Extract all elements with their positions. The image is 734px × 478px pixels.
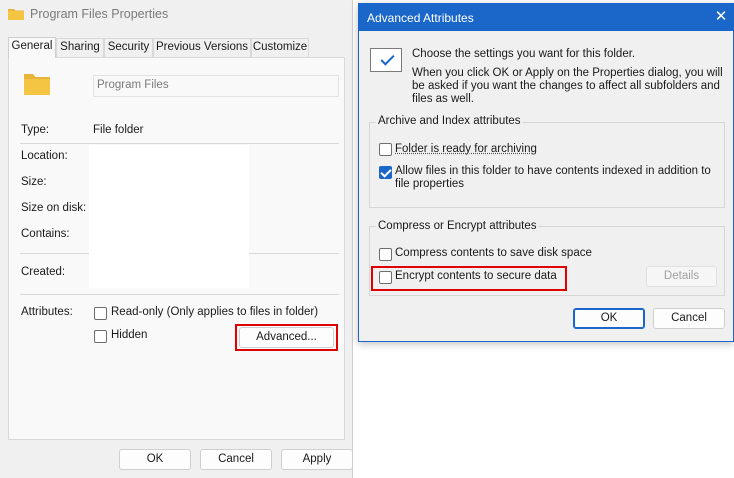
readonly-label: Read-only (Only applies to files in fold… [111,306,319,318]
index-label: Allow files in this folder to have conte… [395,165,711,190]
dialog-title: Advanced Attributes [367,11,474,25]
type-value: File folder [93,124,144,136]
index-checkbox[interactable] [379,166,392,179]
folder-icon [8,9,24,20]
close-icon[interactable]: ✕ [713,9,729,25]
divider [20,294,339,295]
tab-security[interactable]: Security [104,38,153,57]
created-label: Created: [21,266,66,278]
cancel-button[interactable]: Cancel [200,449,272,470]
type-label: Type: [21,124,50,136]
size-on-disk-label: Size on disk: [21,202,87,214]
folder-icon [24,74,50,95]
archive-label: Folder is ready for archiving [395,143,537,155]
hidden-checkbox[interactable] [94,330,107,343]
compress-group-title: Compress or Encrypt attributes [376,220,539,232]
readonly-checkbox[interactable] [94,307,107,320]
archive-group-title: Archive and Index attributes [376,115,523,127]
redacted-values [89,145,249,288]
properties-window: Program Files Properties General Sharing… [0,0,353,478]
advanced-attributes-dialog: Advanced Attributes ✕ Choose the setting… [358,3,734,342]
ok-button[interactable]: OK [573,308,645,329]
details-button[interactable]: Details [646,266,717,287]
ok-button[interactable]: OK [119,449,191,470]
apply-button[interactable]: Apply [281,449,353,470]
compress-label: Compress contents to save disk space [395,247,592,259]
tab-previous-versions[interactable]: Previous Versions [153,38,251,57]
compress-checkbox[interactable] [379,248,392,261]
hidden-label: Hidden [111,329,148,341]
folder-name-field[interactable]: Program Files [93,75,339,97]
cancel-button[interactable]: Cancel [653,308,725,329]
tab-customize[interactable]: Customize [251,38,309,57]
divider [20,143,339,144]
tab-sharing[interactable]: Sharing [56,38,104,57]
attributes-label: Attributes: [21,306,73,318]
intro-detail-text: When you click OK or Apply on the Proper… [412,67,723,105]
tab-general[interactable]: General [8,37,56,58]
window-title: Program Files Properties [30,7,169,21]
highlight-box [371,266,567,291]
contains-label: Contains: [21,228,70,240]
location-label: Location: [21,150,68,162]
intro-main-text: Choose the settings you want for this fo… [412,48,636,60]
archive-checkbox[interactable] [379,143,392,156]
size-label: Size: [21,176,47,188]
highlight-box [235,324,338,351]
checkmark-icon [370,48,402,72]
